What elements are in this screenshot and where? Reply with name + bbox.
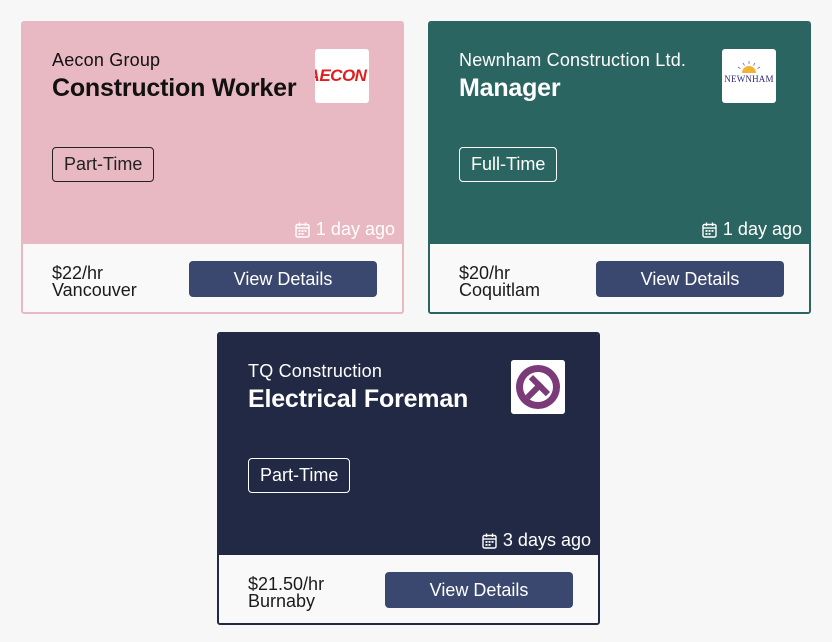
location: Coquitlam: [459, 280, 541, 300]
company-name: Aecon Group: [52, 50, 161, 70]
job-card[interactable]: Aecon Group Construction Worker AECON Pa…: [21, 21, 404, 314]
job-title: Manager: [459, 74, 561, 102]
job-type-badge: Part-Time: [52, 147, 155, 182]
job-card-header: TQ Construction Electrical Foreman Part-…: [219, 334, 598, 555]
company-name: TQ Construction: [248, 361, 383, 381]
job-title: Construction Worker: [52, 74, 297, 102]
location: Vancouver: [52, 280, 137, 300]
logo-wordmark: AECON: [315, 66, 367, 85]
job-type-badge: Full-Time: [459, 147, 558, 182]
calendar-icon: [482, 533, 497, 549]
tq-logo: [511, 360, 565, 414]
posted-text: 3 days ago: [502, 530, 591, 550]
calendar-icon: [295, 222, 310, 238]
job-card-header: Newnham Construction Ltd. Manager NEWNHA…: [430, 23, 809, 244]
job-card[interactable]: TQ Construction Electrical Foreman Part-…: [217, 332, 600, 625]
newnham-logo: NEWNHAM: [722, 49, 776, 103]
job-type-badge: Part-Time: [248, 458, 351, 493]
logo-wordmark: NEWNHAM: [724, 74, 774, 84]
company-name: Newnham Construction Ltd.: [459, 50, 687, 70]
job-card[interactable]: Newnham Construction Ltd. Manager NEWNHA…: [428, 21, 811, 314]
posted-date: 1 day ago: [702, 219, 802, 240]
job-card-footer: $22/hr Vancouver View Details: [23, 244, 402, 312]
calendar-icon: [702, 222, 717, 238]
view-details-button[interactable]: View Details: [385, 572, 573, 608]
posted-text: 1 day ago: [315, 219, 395, 239]
view-details-button[interactable]: View Details: [596, 261, 784, 297]
view-details-button[interactable]: View Details: [189, 261, 377, 297]
posted-text: 1 day ago: [722, 219, 802, 239]
job-card-footer: $20/hr Coquitlam View Details: [430, 244, 809, 312]
job-card-footer: $21.50/hr Burnaby View Details: [219, 555, 598, 623]
aecon-logo: AECON: [315, 49, 369, 103]
job-title: Electrical Foreman: [248, 385, 469, 413]
posted-date: 3 days ago: [482, 530, 591, 551]
job-card-header: Aecon Group Construction Worker AECON Pa…: [23, 23, 402, 244]
location: Burnaby: [248, 591, 316, 611]
posted-date: 1 day ago: [295, 219, 395, 240]
